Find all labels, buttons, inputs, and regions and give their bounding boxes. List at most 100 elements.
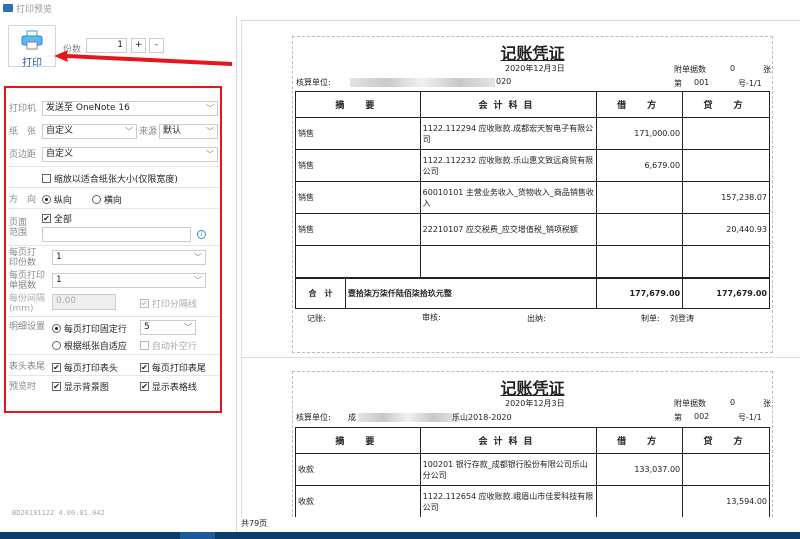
fixed-rows-value: 5 [144,322,150,332]
voucher-date: 2020年12月3日 [505,64,565,73]
print-settings-panel: 打印机 发送至 OneNote 16 ﹀ 纸 张 自定义 ﹀ 来源 默认 ﹀ 页边距 … [4,86,222,413]
chevron-down-icon: ﹀ [206,127,214,136]
chevron-down-icon: ﹀ [194,276,202,285]
show-gridlines-checkbox[interactable]: ✔ 显示表格线 [140,380,197,393]
printer-app-icon [3,4,13,12]
voucher-no-suffix: 号-1/1 [738,413,762,422]
info-icon[interactable]: i [197,230,206,239]
voucher-date: 2020年12月3日 [505,399,565,408]
docs-per-page-select[interactable]: 1 ﹀ [52,273,206,288]
margin-value: 自定义 [46,149,74,159]
docs-per-page-label: 每页打印单据数 [9,271,46,291]
header-debit: 借 方 [596,427,684,454]
table-row: 销售 1122.112294 应收账款.成都宏天智电子有限公司 171,000.00 [295,117,770,150]
margin-select[interactable]: 自定义 ﹀ [42,147,218,162]
header-footer-label: 表头表尾 [9,362,46,372]
unit-value: 020 [496,77,512,86]
docs-per-page-value: 1 [56,275,62,285]
table-row: 销售 22210107 应交税费_应交增值税_销项税额 20,440.93 [295,213,770,246]
printer-value: 发送至 OneNote 16 [46,103,130,113]
gap-label: 每份间隔(mm) [9,294,46,314]
printer-label: 打印机 [9,104,37,114]
printer-select[interactable]: 发送至 OneNote 16 ﹀ [42,101,218,116]
table-row-empty [295,245,770,279]
divider [8,354,220,355]
copies-per-page-value: 1 [56,252,62,262]
table-row: 收款 100201 银行存款_成都银行股份有限公司乐山分公司 133,037.00 [295,453,770,486]
fit-to-paper-checkbox[interactable]: 缩放以适合纸张大小(仅限宽度) [42,172,178,185]
voucher-title: 记账凭证 [500,44,565,63]
show-background-checkbox[interactable]: ✔ 显示背景图 [52,380,109,393]
unit-label: 核算单位: [296,413,331,422]
header-debit: 借 方 [596,91,684,118]
voucher-no: 002 [694,412,710,421]
page-range-input[interactable] [42,227,191,242]
voucher-no-label: 第 [674,413,682,422]
header-credit: 贷 方 [682,91,770,118]
source-value: 默认 [163,126,182,136]
chevron-down-icon: ﹀ [206,104,214,113]
copies-per-page-select[interactable]: 1 ﹀ [52,250,206,265]
paper-select[interactable]: 自定义 ﹀ [42,124,137,139]
window-title: 打印预览 [16,5,53,15]
unit-label: 核算单位: [296,78,331,87]
header-credit: 贷 方 [682,427,770,454]
attachments-label: 附单据数 [674,65,706,74]
chevron-down-icon: ﹀ [206,150,214,159]
voucher-no-suffix: 号-1/1 [738,79,762,88]
paper-value: 自定义 [46,126,74,136]
gap-input[interactable]: 0.00 [52,294,116,310]
attachments-unit: 张 [763,399,771,408]
auditor-label: 审核: [422,313,441,322]
chevron-down-icon: ﹀ [194,253,202,262]
bookkeeper-label: 记账: [307,314,326,323]
attachments-unit: 张 [763,65,771,74]
taskbar [0,532,800,539]
divider [8,316,220,317]
unit-prefix: 成 [348,413,356,422]
attachments-count: 0 [730,398,736,407]
title-bar: 打印预览 [0,0,800,16]
landscape-radio[interactable]: 横向 [92,193,122,206]
voucher-table-clip: 摘 要会计科目借 方贷 方 收款 100201 银行存款_成都银行股份有限公司乐山… [295,427,771,517]
cashier-label: 出纳: [527,314,546,323]
print-button[interactable]: 打印 [8,25,56,69]
redacted-unit [358,413,458,422]
source-select[interactable]: 默认 ﹀ [159,124,218,139]
voucher-title: 记账凭证 [500,379,565,398]
auto-fit-radio[interactable]: 根据纸张自适应 [52,339,127,352]
voucher-no: 001 [694,78,710,87]
voucher-table: 摘 要会计科目借 方贷 方 收款 100201 银行存款_成都银行股份有限公司乐山… [295,427,770,517]
print-separator-checkbox[interactable]: ✔ 打印分隔线 [140,297,197,310]
version-label: BD20191122 4.00.01.042 [12,509,105,517]
paper-label: 纸 张 [9,127,37,137]
portrait-radio[interactable]: 纵向 [42,193,72,206]
voucher-table: 摘 要会计科目借 方贷 方 销售 1122.112294 应收账款.成都宏天智电子… [295,91,770,279]
attachments-count: 0 [730,64,736,73]
chevron-down-icon: ﹀ [184,323,192,332]
taskbar-active-item[interactable] [180,532,215,539]
maker-name: 刘登涛 [670,314,694,323]
table-row: 销售 1122.112232 应收账款.乐山惠文致远商贸有限公司 6,679.00 [295,149,770,182]
chevron-down-icon: ﹀ [125,127,133,136]
range-all-checkbox[interactable]: ✔ 全部 [42,212,72,225]
fixed-rows-radio[interactable]: 每页打印固定行 [52,322,127,335]
print-header-checkbox[interactable]: ✔ 每页打印表头 [52,361,118,374]
divider [8,245,220,246]
page-range-label: 页面范围 [9,218,28,238]
voucher-total-table: 合 计壹拾柒万柒仟陆佰柒拾玖元整 177,679.00 177,679.00 [295,277,770,309]
total-row: 合 计壹拾柒万柒仟陆佰柒拾玖元整 177,679.00 177,679.00 [295,277,770,309]
page-count: 共79页 [241,519,268,528]
printer-icon [21,30,43,50]
print-footer-checkbox[interactable]: ✔ 每页打印表尾 [140,361,206,374]
header-summary: 摘 要 [295,91,421,118]
fill-blank-rows-checkbox[interactable]: 自动补空行 [140,339,197,352]
unit-value: 乐山2018-2020 [452,413,512,422]
table-row: 收款 1122.112654 应收账款.峨眉山市佳爱科技有限公司 13,594.00 [295,485,770,517]
print-label: 打印 [22,58,42,69]
divider [8,208,220,209]
fixed-rows-select[interactable]: 5 ﹀ [140,320,196,335]
preview-label: 预览时 [9,382,37,392]
attachments-label: 附单据数 [674,399,706,408]
splitter[interactable] [236,16,237,532]
